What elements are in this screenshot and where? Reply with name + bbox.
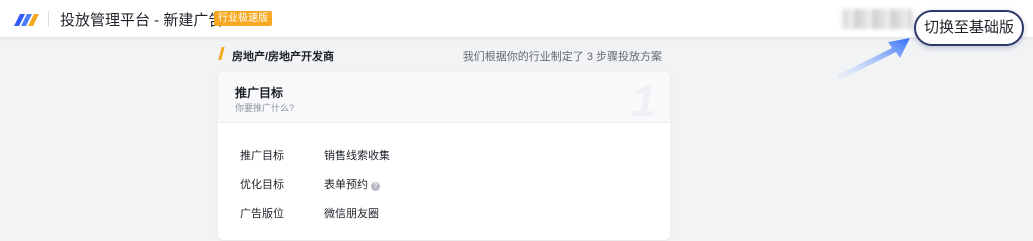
blurred-user-info (842, 9, 912, 29)
field-label-promotion-goal: 推广目标 (240, 150, 284, 162)
question-circle-icon[interactable]: ? (371, 182, 380, 191)
switch-to-basic-button[interactable]: 切换至基础版 (914, 10, 1024, 46)
industry-accent-bar (218, 47, 225, 60)
step-number-watermark: 1 (631, 77, 656, 126)
field-label-ad-placement: 广告版位 (240, 208, 284, 220)
optimization-goal-text: 表单预约 (324, 179, 368, 191)
edition-badge: 行业极速版 (214, 11, 272, 26)
arrow-pointer-icon (836, 38, 910, 80)
industry-row: 房地产/房地产开发商 我们根据你的行业制定了 3 步骤投放方案 (218, 46, 670, 63)
card-header: 推广目标 你要推广什么? 1 (218, 72, 670, 126)
app-logo-icon (14, 14, 39, 26)
plan-note: 我们根据你的行业制定了 3 步骤投放方案 (462, 51, 662, 63)
header-divider (48, 11, 49, 27)
promotion-goal-card: 推广目标 你要推广什么? 1 推广目标 销售线索收集 优化目标 表单预约? 广告… (218, 72, 670, 240)
card-subtitle: 你要推广什么? (235, 103, 295, 113)
field-value-ad-placement: 微信朋友圈 (324, 208, 379, 220)
field-value-optimization-goal: 表单预约? (324, 176, 380, 192)
industry-label: 房地产/房地产开发商 (232, 51, 335, 63)
page-title: 投放管理平台 - 新建广告 (60, 12, 224, 29)
field-value-promotion-goal: 销售线索收集 (324, 150, 390, 162)
field-label-optimization-goal: 优化目标 (240, 179, 284, 191)
card-title: 推广目标 (235, 86, 284, 100)
